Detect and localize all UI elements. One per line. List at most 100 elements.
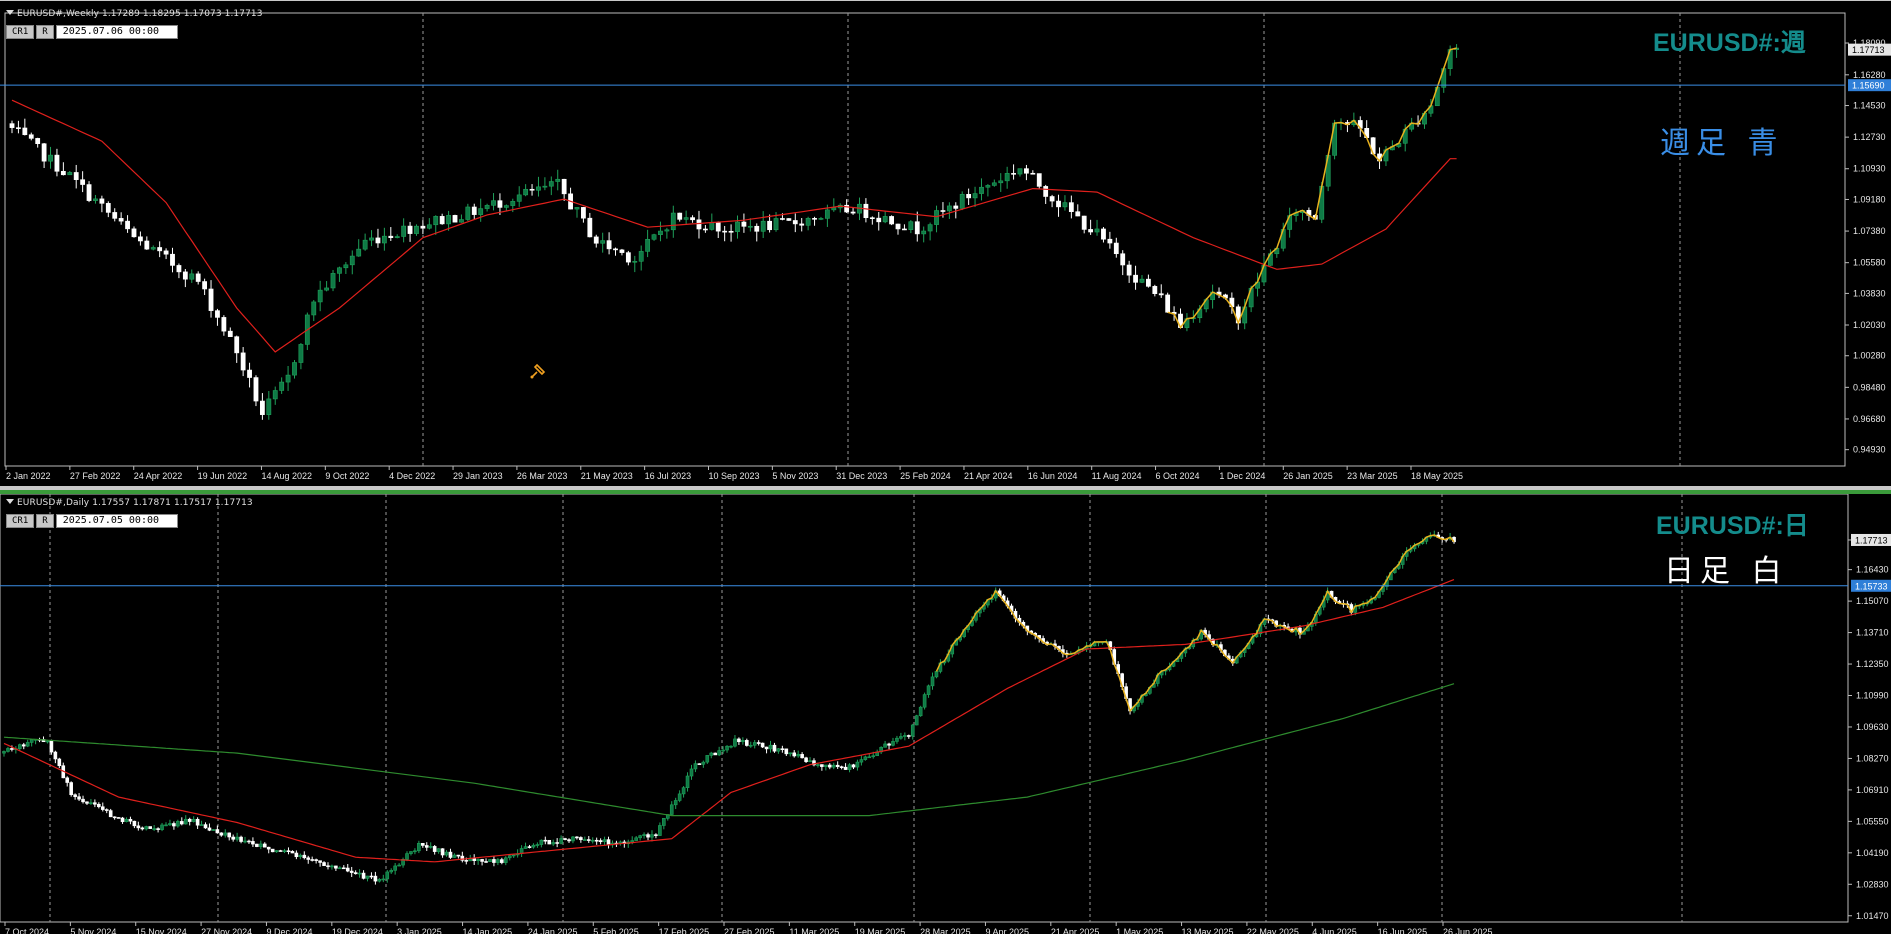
y-tick-label: 1.05580 — [1853, 258, 1886, 268]
candle-body — [752, 742, 757, 746]
candle-body — [979, 186, 984, 194]
weekly-date-field[interactable]: 2025.07.06 00:00 — [55, 25, 178, 39]
cr1-button[interactable]: CR1 — [6, 25, 35, 39]
y-tick-label: 1.12350 — [1856, 659, 1889, 669]
candle-body — [1068, 202, 1074, 212]
candle-body — [876, 217, 882, 223]
daily-symbol-label: EURUSD#:日 — [1656, 512, 1809, 540]
pushpin-icon[interactable] — [528, 361, 548, 381]
candle-body — [93, 802, 97, 805]
candle-body — [432, 846, 437, 852]
candle-body — [867, 756, 872, 759]
candle-body — [586, 839, 591, 841]
weekly-symbol-label: EURUSD#:週 — [1653, 29, 1806, 57]
candle-body — [330, 865, 334, 868]
candle-body — [764, 746, 769, 750]
r-button[interactable]: R — [36, 25, 54, 39]
y-tick-label: 1.15070 — [1856, 596, 1889, 606]
candle-body — [187, 818, 192, 822]
candle-body — [1152, 286, 1158, 294]
x-tick-label: 1 May 2025 — [1116, 927, 1163, 934]
cr1-button[interactable]: CR1 — [6, 514, 35, 528]
daily-date-field[interactable]: 2025.07.05 00:00 — [55, 514, 178, 528]
candle-body — [733, 738, 737, 747]
candle-body — [227, 330, 233, 337]
x-tick-label: 31 Dec 2023 — [836, 471, 887, 481]
candle-body — [650, 834, 654, 838]
moving-average-red-line — [3, 579, 1455, 863]
candle-body — [118, 218, 124, 222]
candle-body — [182, 271, 188, 280]
candle-body — [575, 836, 579, 839]
candle-body — [413, 850, 417, 853]
candle-body — [780, 748, 785, 750]
candle-body — [645, 238, 651, 252]
candle-body — [555, 178, 561, 182]
candle-body — [480, 859, 484, 862]
candle-body — [658, 825, 662, 836]
candle-body — [221, 317, 227, 332]
candle-body — [701, 761, 706, 765]
candle-body — [903, 735, 907, 737]
candle-body — [910, 724, 915, 737]
candle-body — [887, 743, 891, 746]
candle-body — [298, 854, 303, 858]
candle-body — [855, 761, 860, 768]
candle-body — [54, 154, 60, 172]
candle-body — [138, 236, 143, 242]
candle-body — [559, 838, 563, 844]
x-tick-label: 5 Nov 2024 — [70, 927, 116, 934]
candle-body — [535, 844, 540, 846]
candle-body — [527, 846, 532, 848]
candle-body — [662, 817, 666, 826]
candle-body — [772, 744, 777, 752]
candle-body — [124, 818, 129, 823]
candle-body — [53, 751, 58, 760]
candle-body — [503, 205, 509, 208]
x-tick-label: 25 Feb 2024 — [900, 471, 951, 481]
x-tick-label: 21 Apr 2024 — [964, 471, 1013, 481]
candle-body — [835, 764, 840, 767]
candle-body — [1049, 196, 1055, 202]
candle-body — [883, 743, 887, 748]
candle-body — [713, 752, 717, 756]
candle-body — [709, 752, 714, 756]
candle-body — [255, 843, 259, 847]
candle-body — [728, 230, 734, 233]
x-tick-label: 19 Mar 2025 — [855, 927, 906, 934]
candle-body — [452, 215, 458, 223]
candle-body — [998, 180, 1004, 184]
candle-body — [444, 851, 449, 856]
collapse-triangle-icon[interactable] — [6, 10, 14, 15]
candle-body — [946, 205, 952, 212]
r-button[interactable]: R — [36, 514, 54, 528]
candle-body — [748, 744, 753, 747]
candle-body — [476, 859, 480, 862]
y-tick-label: 1.04190 — [1856, 848, 1889, 858]
candle-body — [745, 740, 749, 746]
candle-body — [843, 766, 848, 770]
candle-body — [394, 236, 400, 238]
x-tick-label: 21 Apr 2025 — [1051, 927, 1100, 934]
candle-body — [587, 217, 593, 238]
weekly-chart-pane[interactable]: 1.18090 1.16280 1.14530 1.12730 1.10930 1.091… — [0, 0, 1891, 488]
candle-body — [401, 225, 407, 237]
candle-body — [235, 836, 239, 840]
x-tick-label: 4 Dec 2022 — [389, 471, 435, 481]
candle-body — [48, 154, 53, 162]
candle-body — [1120, 253, 1126, 266]
candle-body — [112, 212, 118, 219]
candle-body — [343, 264, 349, 269]
daily-chart-pane[interactable]: 1.17713 1.16430 1.15070 1.13710 1.12350 1.109… — [0, 490, 1891, 934]
candle-body — [503, 857, 508, 863]
weekly-chart-plot[interactable]: 1.180901.162801.145301.127301.109301.091… — [0, 1, 1891, 487]
candle-body — [247, 840, 251, 843]
candle-body — [471, 206, 477, 215]
candle-body — [274, 850, 279, 853]
collapse-triangle-icon[interactable] — [6, 499, 14, 504]
candle-body — [278, 850, 283, 852]
candle-body — [824, 209, 830, 219]
candle-body — [799, 223, 805, 226]
y-tick-label: 1.10930 — [1853, 164, 1886, 174]
daily-chart-plot[interactable]: 1.17713 1.16430 1.15070 1.13710 1.12350 1.109… — [0, 494, 1891, 934]
